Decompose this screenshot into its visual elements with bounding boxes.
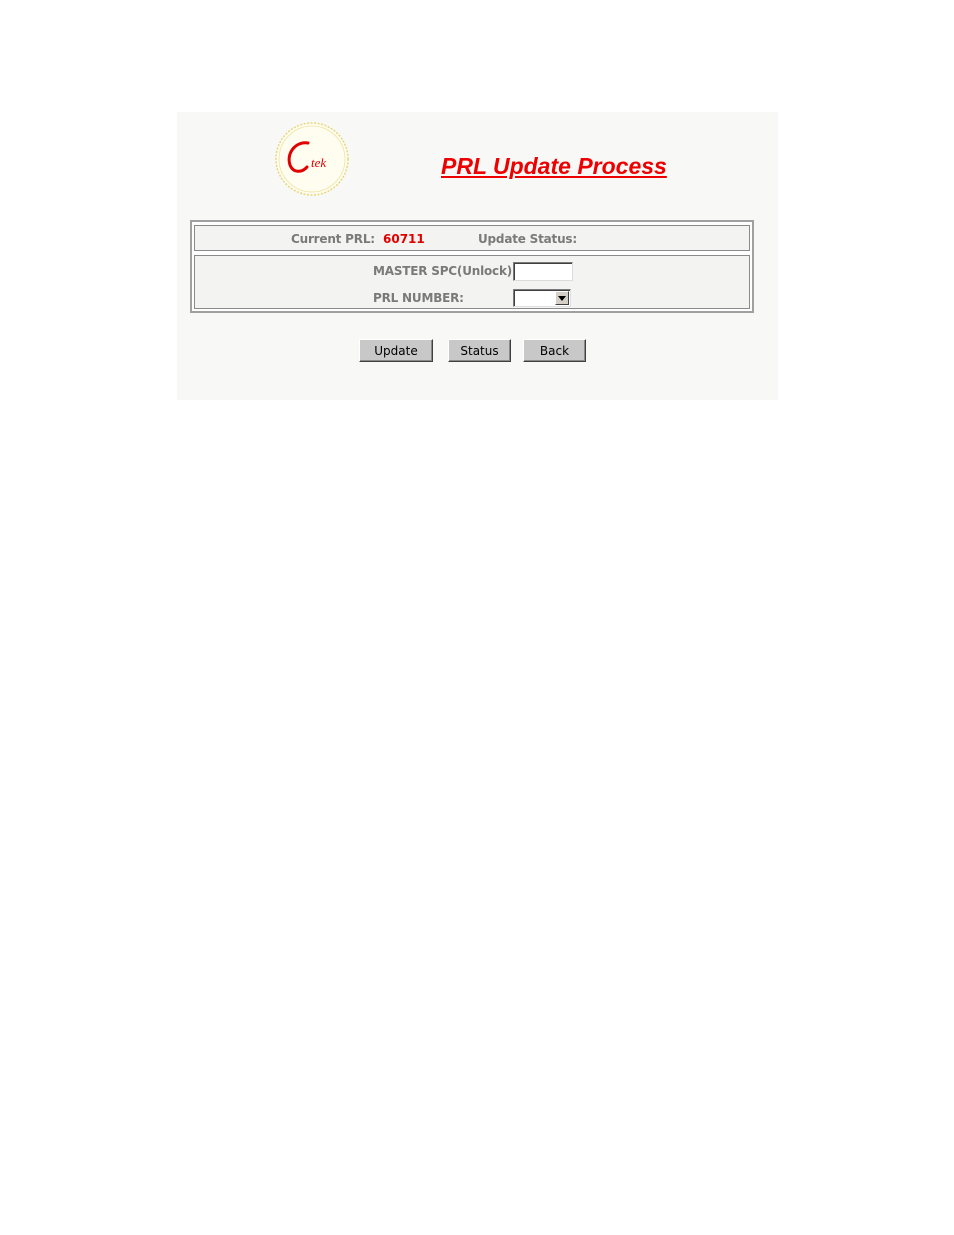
back-button[interactable]: Back [523,339,586,362]
prl-form-row: MASTER SPC(Unlock): PRL NUMBER: [194,255,750,309]
update-status-label: Update Status: [478,232,577,246]
current-prl-label: Current PRL: [291,232,375,246]
page-title: PRL Update Process [441,153,667,179]
prl-info-table: Current PRL: 60711 Update Status: MASTER… [190,220,754,313]
master-spc-label: MASTER SPC(Unlock): [373,264,517,278]
current-prl-value: 60711 [383,232,425,246]
prl-status-row: Current PRL: 60711 Update Status: [194,225,750,251]
prl-number-select[interactable] [513,289,571,307]
update-button[interactable]: Update [359,339,433,362]
ctek-logo: tek [274,121,350,197]
prl-update-panel: tek PRL Update Process Current PRL: 6071… [177,112,778,400]
svg-text:tek: tek [311,155,326,170]
prl-number-label: PRL NUMBER: [373,291,464,305]
chevron-down-icon[interactable] [555,291,569,305]
master-spc-input[interactable] [513,262,573,281]
status-button[interactable]: Status [448,339,511,362]
